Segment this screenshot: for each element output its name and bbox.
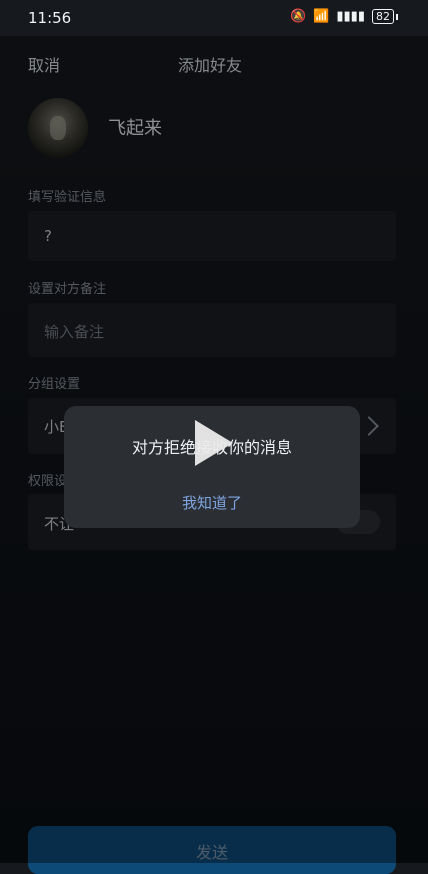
status-icons: 🔕 📶 ▮▮▮▮ 82 (290, 9, 398, 24)
status-bar: 11:56 🔕 📶 ▮▮▮▮ 82 (0, 0, 428, 36)
status-time: 11:56 (28, 9, 72, 27)
battery-tip (396, 13, 398, 20)
play-icon[interactable] (195, 420, 233, 466)
signal-icon: ▮▮▮▮ (336, 9, 365, 24)
dialog-confirm-button[interactable]: 我知道了 (64, 492, 360, 513)
battery-icon: 82 (372, 9, 394, 24)
mute-icon: 🔕 (290, 9, 307, 24)
wifi-icon: 📶 (313, 9, 330, 24)
